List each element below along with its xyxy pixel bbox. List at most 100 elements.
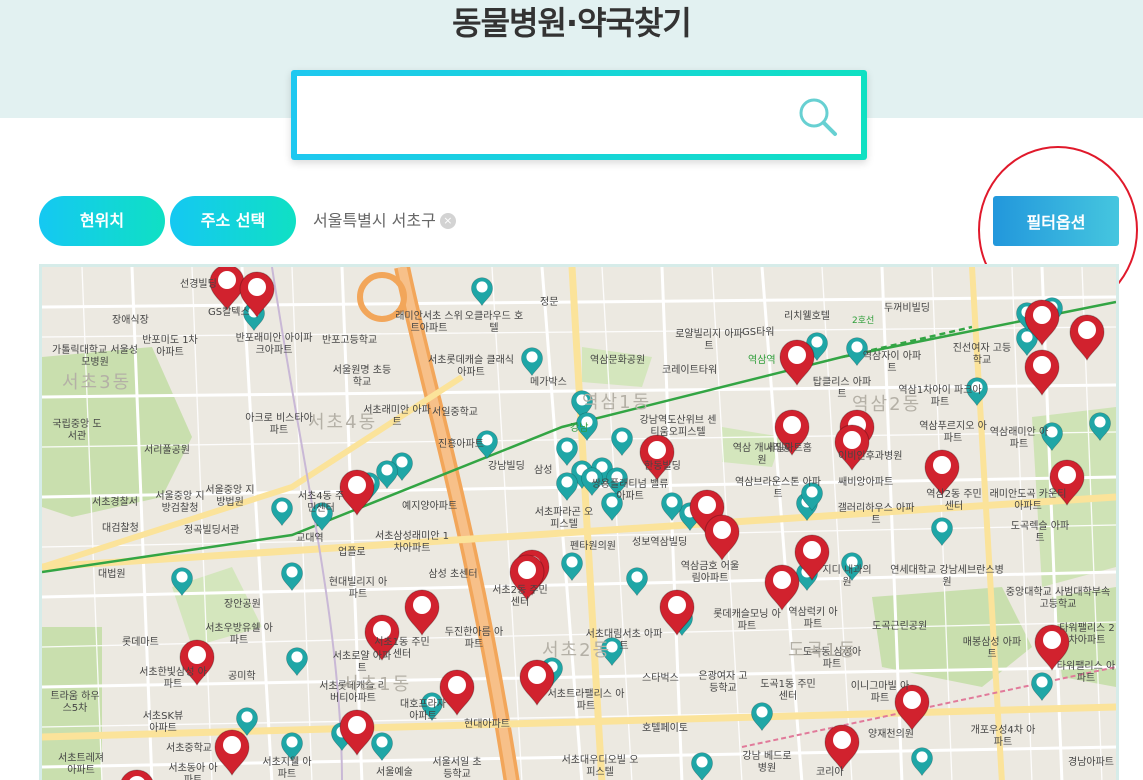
- map-label: 서울서일 초등학교: [432, 757, 482, 780]
- map-label: 역삼자이 아파트: [862, 351, 922, 374]
- map-label: 세일아트홈: [766, 443, 812, 454]
- map-label: 서초로얄 아파트: [332, 651, 392, 674]
- map-label: 서초4동 주민센터: [297, 491, 345, 514]
- map-label: 역삼금호 어울림아파트: [680, 561, 740, 584]
- map-label: 장애식장: [112, 315, 149, 326]
- map-label: 업플로: [338, 547, 366, 558]
- map-label: 역삼브라운스톤 아파트: [735, 477, 821, 500]
- map-station-label: 강남: [570, 423, 589, 434]
- current-location-button[interactable]: 현위치: [39, 196, 165, 246]
- map-label: 메가박스: [530, 377, 567, 388]
- map-label: 대법원: [98, 569, 126, 580]
- filter-options-button[interactable]: 필터옵션: [993, 196, 1119, 246]
- search-icon: [799, 98, 837, 136]
- selected-region: 서울특별시 서초구 ×: [313, 210, 456, 232]
- map-label: 가톨릭대학교 서울성모병원: [52, 345, 138, 368]
- map-label: 서초SK뷰 아파트: [142, 711, 184, 734]
- map-label: 한동빌딩: [644, 461, 681, 472]
- map-label: 스타벅스: [642, 673, 679, 684]
- search-inner: [297, 76, 861, 154]
- map-label: 성보역삼빌딩: [632, 537, 688, 548]
- map-label: 서초트레져 아파트: [58, 753, 104, 776]
- map-label: 서초삼성래미안 1차아파트: [375, 531, 449, 554]
- map-line-label: 2호선: [852, 316, 875, 326]
- search-input[interactable]: [309, 86, 783, 144]
- map-label: 도곡1동 주민센터: [760, 679, 816, 702]
- selected-region-label: 서울특별시 서초구: [313, 211, 436, 230]
- map-label: 코리아: [816, 767, 844, 778]
- map[interactable]: 선경빌딩 GS칼텍스 장애식장 가톨릭대학교 서울성모병원 반포미도 1차아파트…: [39, 264, 1119, 780]
- map-label: 교대역: [296, 533, 324, 544]
- map-label: 강남 베드로병원: [742, 751, 792, 774]
- map-label: GS타워: [742, 327, 775, 338]
- map-label: 서리풀공원: [144, 445, 190, 456]
- map-label: 지디 내과의원: [822, 565, 872, 588]
- map-label: 쌍용플래티넘 밸류아파트: [591, 479, 669, 502]
- map-district-label: 서초2동: [542, 640, 612, 661]
- map-label: 연세대학교 강남세브란스병원: [890, 565, 1004, 588]
- map-label: 서초파라곤 오피스텔: [534, 507, 594, 530]
- map-label: 아크로 비스타아파트: [245, 413, 313, 436]
- map-label: 현대아파트: [464, 719, 510, 730]
- map-label: 진선여자 고등학교: [952, 343, 1012, 366]
- map-label: 정문: [540, 297, 559, 308]
- map-label: 래미안서초 스위트아파트: [395, 311, 463, 334]
- address-select-button[interactable]: 주소 선택: [170, 196, 296, 246]
- map-label: 대호프라자 아파트: [400, 699, 446, 722]
- map-label: 매봉삼성 아파트: [962, 637, 1022, 660]
- map-label: 리치웰호텔: [784, 311, 830, 322]
- map-label: 래미안도곡 카운티아파트: [989, 489, 1067, 512]
- map-label: 호텔페이토: [642, 723, 688, 734]
- map-district-label: 서초1동: [342, 674, 412, 695]
- search-box: [291, 70, 867, 160]
- map-label: 현대빌리지 아파트: [328, 577, 388, 600]
- map-label: 선경빌딩: [180, 279, 217, 290]
- map-label: 두진한아름 아파트: [444, 627, 504, 650]
- map-label: 서초트라팰리스 아파트: [547, 689, 625, 712]
- map-label: 장안공원: [224, 599, 261, 610]
- map-label: 역삼푸르지오 아파트: [919, 421, 987, 444]
- map-label: 펜타원의원: [570, 541, 616, 552]
- map-label: 도곡근린공원: [872, 621, 928, 632]
- close-icon[interactable]: ×: [439, 213, 456, 229]
- map-label: 삼성: [534, 465, 553, 476]
- map-label: 반포래미안 아이파크아파트: [235, 333, 313, 356]
- map-label: 중앙대학교 사범대학부속고등학교: [1005, 587, 1111, 610]
- map-label: 로얄빌리지 아파트: [675, 329, 743, 352]
- map-label: 서초한빛삼성 아파트: [139, 667, 207, 690]
- map-label: 트라움 하우스5차: [50, 691, 100, 714]
- map-label: 역삼럭키 아파트: [788, 607, 838, 630]
- map-district-label: 도곡1동: [788, 640, 858, 661]
- map-label: 강남역도산위브 센티움오피스텔: [639, 415, 717, 438]
- map-label: 공미학: [228, 671, 256, 682]
- page-title: 동물병원·약국찾기: [452, 4, 692, 42]
- map-label: 대검찰청: [102, 523, 139, 534]
- map-label: 진흥아파트: [438, 439, 484, 450]
- map-label: 서울중앙 지방검찰청: [155, 491, 205, 514]
- map-label: 서초중학교: [166, 743, 212, 754]
- map-label: 역삼래미안 아파트: [989, 427, 1049, 450]
- map-label: 국립중앙 도서관: [52, 419, 102, 442]
- map-label: 이니그마빌 아파트: [850, 681, 910, 704]
- map-label: 쌔비앙아파트: [838, 477, 894, 488]
- map-district-label: 역삼2동: [852, 394, 922, 415]
- map-label: 오클라우드 호텔: [464, 311, 524, 334]
- map-label: 이비인후과병원: [838, 451, 903, 462]
- map-label: 서울중앙 지방법원: [205, 485, 255, 508]
- map-label: 도곡렉슬 아파트: [1010, 521, 1070, 544]
- map-label: 서초대우디오빌 오피스텔: [561, 755, 639, 778]
- map-label: 갤러리하우스 아파트: [837, 503, 915, 526]
- map-district-label: 역삼1동: [582, 392, 652, 413]
- map-label: 서초롯데캐슬 클래식아파트: [428, 355, 514, 378]
- map-label: 역삼2동 주민센터: [926, 489, 982, 512]
- map-label: 서초우방유쉘 아파트: [205, 623, 273, 646]
- search-button[interactable]: [795, 94, 841, 140]
- map-label: 롯데캐슬모닝 아파트: [713, 609, 781, 632]
- map-label: 예지양아파트: [402, 501, 458, 512]
- map-label: 정곡빌딩서관: [184, 525, 240, 536]
- map-district-label: 서초3동: [62, 372, 132, 393]
- map-label: 강남빌딩: [488, 461, 525, 472]
- map-label: 서초2동 주민센터: [492, 585, 548, 608]
- map-district-label: 서초4동: [308, 412, 378, 433]
- map-label: 은광여자 고등학교: [698, 671, 748, 694]
